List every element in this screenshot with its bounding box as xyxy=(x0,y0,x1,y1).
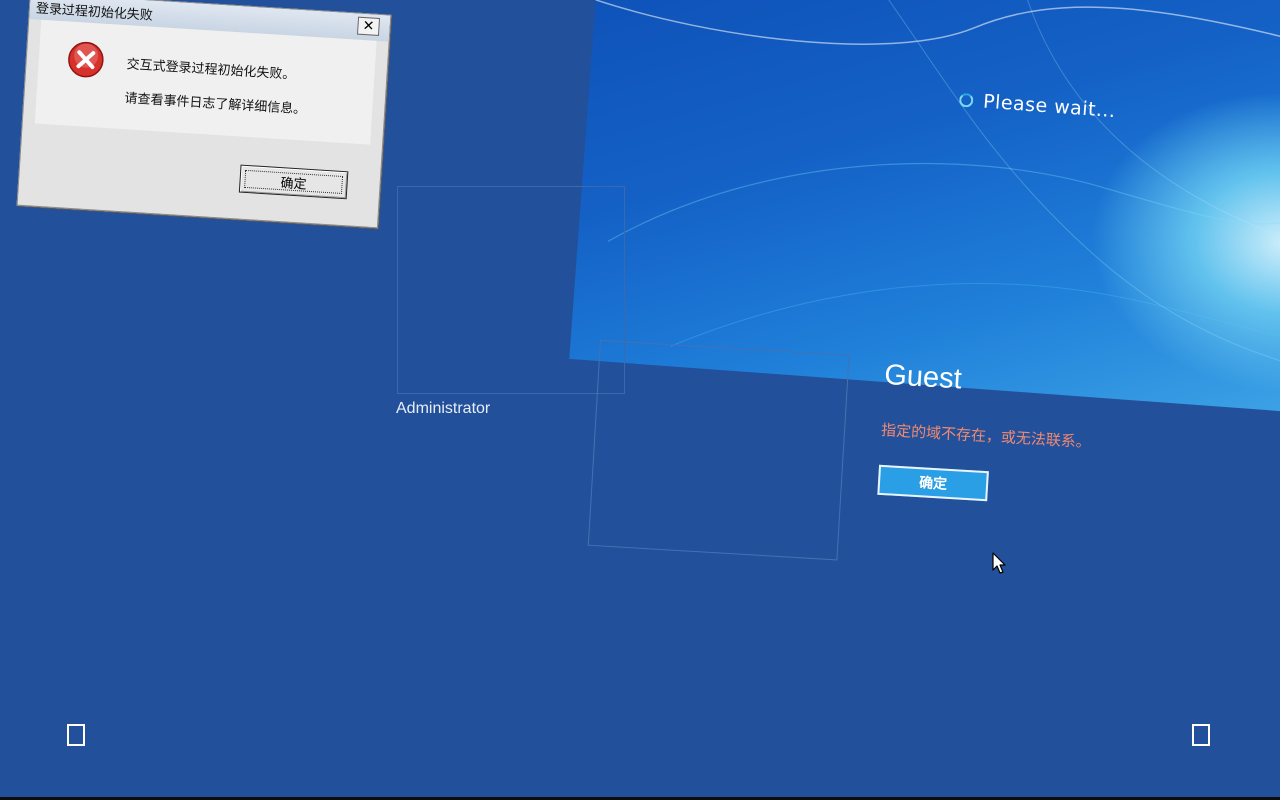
guest-ok-button[interactable]: 确定 xyxy=(877,464,989,502)
loading-spinner-icon xyxy=(958,92,974,108)
box-glyph-icon[interactable] xyxy=(67,724,85,746)
dialog-close-button[interactable]: ✕ xyxy=(356,16,381,36)
error-dialog: 登录过程初始化失败 ✕ 交互式登录过程初始化失败。 请查看事件日志了解详细信息。… xyxy=(16,0,392,229)
logon-screen: Please wait... Administrator Guest 指定的域不… xyxy=(0,0,1280,800)
user-tile-guest[interactable] xyxy=(587,340,850,561)
dialog-ok-button[interactable]: 确定 xyxy=(238,164,349,200)
mouse-cursor-icon xyxy=(992,552,1006,574)
guest-logon-panel: Guest 指定的域不存在，或无法联系。 确定 xyxy=(586,340,1159,603)
logon-error-message: 指定的域不存在，或无法联系。 xyxy=(880,420,1092,452)
box-glyph-icon[interactable] xyxy=(1192,724,1210,746)
user-tile-administrator[interactable] xyxy=(397,186,625,394)
error-icon xyxy=(68,41,104,78)
dialog-message-area xyxy=(34,19,377,145)
user-name-guest: Guest xyxy=(883,358,963,396)
user-name-administrator: Administrator xyxy=(396,400,491,417)
focus-rectangle xyxy=(244,169,344,194)
